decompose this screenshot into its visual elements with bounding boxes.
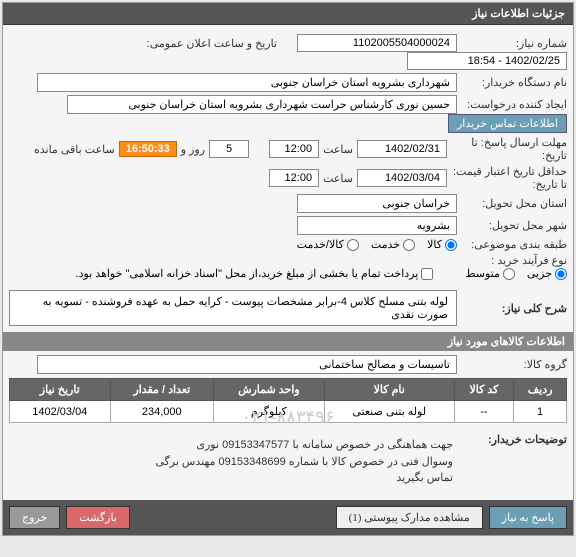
radio-medium[interactable]: متوسط xyxy=(465,267,515,280)
th-unit: واحد شمارش xyxy=(213,379,324,401)
table-row[interactable]: 1 -- لوله بتنی صنعتی کیلوگرم 234,000 140… xyxy=(10,401,567,423)
th-qty: تعداد / مقدار xyxy=(110,379,213,401)
footer-right: بازگشت خروج xyxy=(9,506,130,529)
radio-goods[interactable]: کالا xyxy=(427,238,457,251)
process-label: نوع فرآیند خرید : xyxy=(457,254,567,267)
exit-button[interactable]: خروج xyxy=(9,506,60,529)
cell-date: 1402/03/04 xyxy=(10,401,111,423)
cell-code: -- xyxy=(454,401,514,423)
radio-minor-input[interactable] xyxy=(555,268,567,280)
contact-buyer-button[interactable]: اطلاعات تماس خریدار xyxy=(448,114,567,133)
need-no-label: شماره نیاز: xyxy=(457,37,567,50)
group-label: گروه کالا: xyxy=(457,358,567,371)
buyer-notes-value: جهت هماهنگی در خصوص سامانه با 0915334757… xyxy=(9,433,457,491)
radio-gs-label: کالا/خدمت xyxy=(297,238,344,251)
city-label: شهر محل تحویل: xyxy=(457,219,567,232)
radio-medium-input[interactable] xyxy=(503,268,515,280)
radio-service[interactable]: خدمت xyxy=(371,238,415,251)
main-panel: جزئیات اطلاعات نیاز شماره نیاز: 11020055… xyxy=(2,2,574,536)
th-date: تاریخ نیاز xyxy=(10,379,111,401)
deadline-label: مهلت ارسال پاسخ: تا تاریخ: xyxy=(447,136,567,162)
deadline-date: 1402/02/31 xyxy=(357,140,447,158)
deadline-time: 12:00 xyxy=(269,140,319,158)
radio-medium-label: متوسط xyxy=(465,267,500,280)
cell-name: لوله بتنی صنعتی xyxy=(324,401,454,423)
check-partial-label: پرداخت تمام یا بخشی از مبلغ خرید،از محل … xyxy=(76,267,419,280)
radio-goods-service[interactable]: کالا/خدمت xyxy=(297,238,359,251)
footer-left: پاسخ به نیاز مشاهده مدارک پیوستی (1) xyxy=(336,506,567,529)
radio-service-label: خدمت xyxy=(371,238,400,251)
radio-minor[interactable]: جزیی xyxy=(527,267,567,280)
th-idx: ردیف xyxy=(514,379,567,401)
desc-label: شرح کلی نیاز: xyxy=(457,302,567,315)
category-radio-group: کالا خدمت کالا/خدمت xyxy=(297,238,457,251)
days-value: 5 xyxy=(209,140,249,158)
row-need-no: شماره نیاز: 1102005504000024 تاریخ و ساع… xyxy=(9,34,567,70)
requester-value: حسین نوری کارشناس حراست شهرداری بشرویه ا… xyxy=(67,95,457,114)
radio-gs-input[interactable] xyxy=(347,239,359,251)
countdown-timer: 16:50:33 xyxy=(119,141,177,157)
radio-goods-label: کالا xyxy=(427,238,442,251)
panel-title: جزئیات اطلاعات نیاز xyxy=(3,3,573,25)
days-label: روز و xyxy=(181,143,205,156)
cell-qty: 234,000 xyxy=(110,401,213,423)
cell-unit: کیلوگرم xyxy=(213,401,324,423)
radio-minor-label: جزیی xyxy=(527,267,552,280)
th-code: کد کالا xyxy=(454,379,514,401)
remaining-label: ساعت باقی مانده xyxy=(34,143,115,156)
th-name: نام کالا xyxy=(324,379,454,401)
row-category: طبقه بندی موضوعی: کالا خدمت کالا/خدمت xyxy=(9,238,567,251)
time-label-1: ساعت xyxy=(323,143,353,156)
radio-service-input[interactable] xyxy=(403,239,415,251)
footer: پاسخ به نیاز مشاهده مدارک پیوستی (1) باز… xyxy=(3,500,573,535)
process-radio-group: جزیی متوسط پرداخت تمام یا بخشی از مبلغ خ… xyxy=(76,267,567,280)
province-value: خراسان جنوبی xyxy=(297,194,457,213)
row-buyer-notes: توضیحات خریدار: جهت هماهنگی در خصوص ساما… xyxy=(9,433,567,491)
category-label: طبقه بندی موضوعی: xyxy=(457,238,567,251)
buyer-org-label: نام دستگاه خریدار: xyxy=(457,76,567,89)
table-header-row: ردیف کد کالا نام کالا واحد شمارش تعداد /… xyxy=(10,379,567,401)
requester-label: ایجاد کننده درخواست: xyxy=(457,98,567,111)
validity-date: 1402/03/04 xyxy=(357,169,447,187)
row-province: استان محل تحویل: خراسان جنوبی xyxy=(9,194,567,213)
buyer-notes-label: توضیحات خریدار: xyxy=(457,433,567,446)
province-label: استان محل تحویل: xyxy=(457,197,567,210)
need-no-value: 1102005504000024 xyxy=(297,34,457,52)
announce-label: تاریخ و ساعت اعلان عمومی: xyxy=(147,37,277,50)
row-group: گروه کالا: تاسیسات و مصالح ساختمانی xyxy=(9,355,567,374)
validity-label: حداقل تاریخ اعتبار قیمت: تا تاریخ: xyxy=(447,165,567,191)
row-deadline: مهلت ارسال پاسخ: تا تاریخ: 1402/02/31 سا… xyxy=(9,136,567,162)
row-validity: حداقل تاریخ اعتبار قیمت: تا تاریخ: 1402/… xyxy=(9,165,567,191)
items-header: اطلاعات کالاهای مورد نیاز xyxy=(3,332,573,351)
desc-value: لوله بتنی مسلح کلاس 4-برابر مشخصات پیوست… xyxy=(9,290,457,326)
check-partial-pay[interactable]: پرداخت تمام یا بخشی از مبلغ خرید،از محل … xyxy=(76,267,434,280)
row-process: نوع فرآیند خرید : جزیی متوسط پرداخت تمام… xyxy=(9,254,567,280)
announce-value: 1402/02/25 - 18:54 xyxy=(407,52,567,70)
row-buyer-org: نام دستگاه خریدار: شهرداری بشرویه استان … xyxy=(9,73,567,92)
buyer-org-value: شهرداری بشرویه استان خراسان جنوبی xyxy=(37,73,457,92)
items-table: ردیف کد کالا نام کالا واحد شمارش تعداد /… xyxy=(9,378,567,423)
attachments-button[interactable]: مشاهده مدارک پیوستی (1) xyxy=(336,506,483,529)
row-desc: شرح کلی نیاز: لوله بتنی مسلح کلاس 4-براب… xyxy=(9,288,567,328)
cell-idx: 1 xyxy=(514,401,567,423)
row-requester: ایجاد کننده درخواست: حسین نوری کارشناس ح… xyxy=(9,95,567,133)
group-value: تاسیسات و مصالح ساختمانی xyxy=(37,355,457,374)
time-label-2: ساعت xyxy=(323,172,353,185)
city-value: بشرویه xyxy=(297,216,457,235)
row-city: شهر محل تحویل: بشرویه xyxy=(9,216,567,235)
panel-body: شماره نیاز: 1102005504000024 تاریخ و ساع… xyxy=(3,25,573,500)
validity-time: 12:00 xyxy=(269,169,319,187)
check-partial-input[interactable] xyxy=(421,268,433,280)
radio-goods-input[interactable] xyxy=(445,239,457,251)
back-button[interactable]: بازگشت xyxy=(66,506,130,529)
respond-button[interactable]: پاسخ به نیاز xyxy=(489,506,567,529)
